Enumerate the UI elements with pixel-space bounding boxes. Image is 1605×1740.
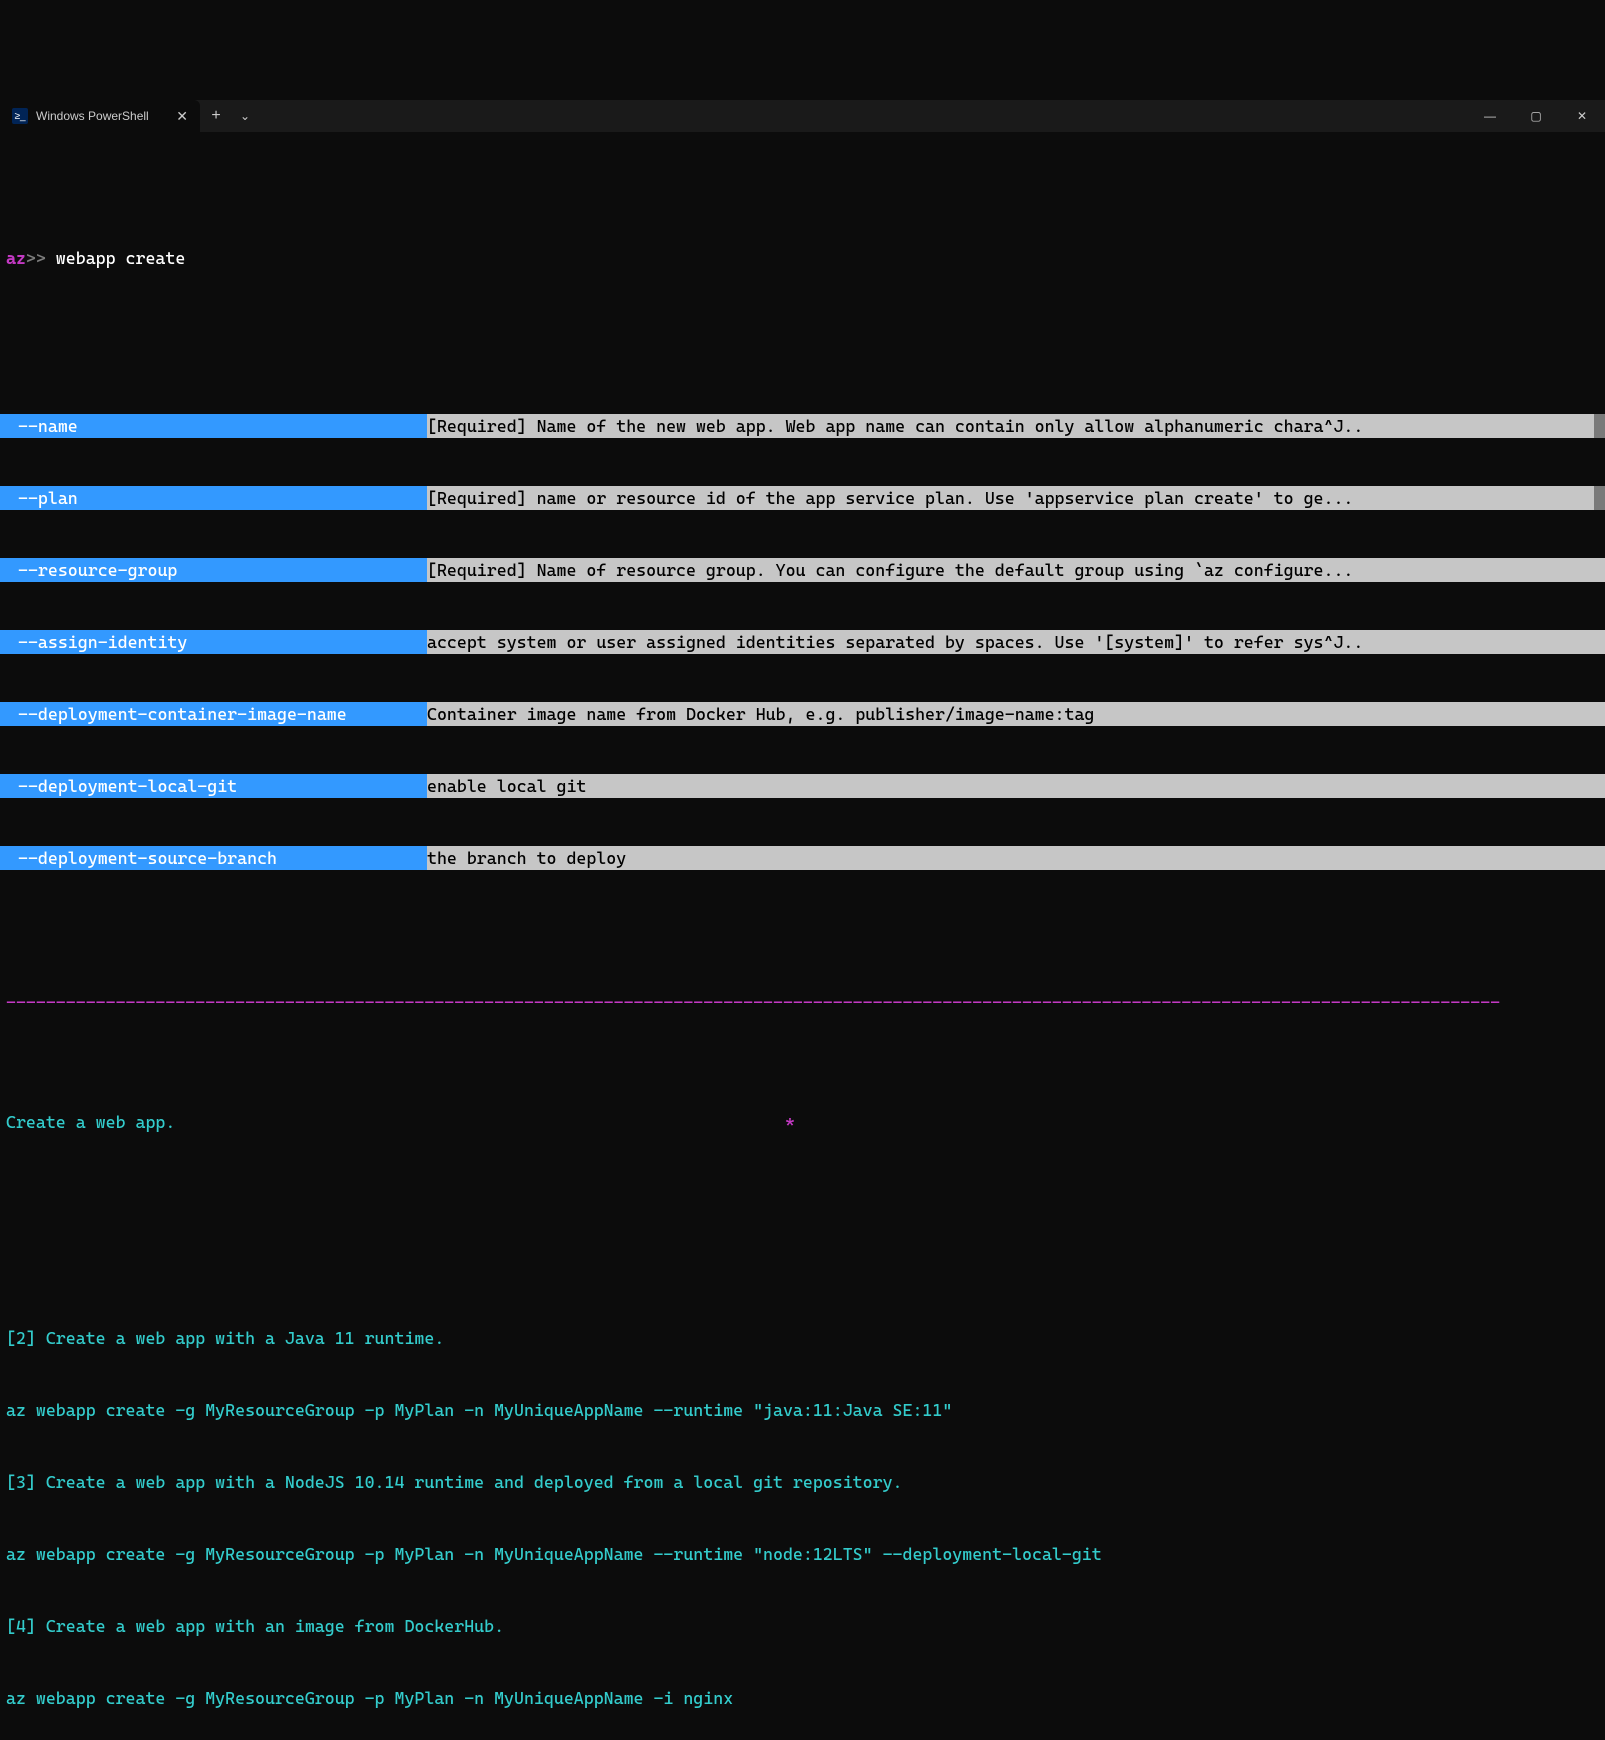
example-line: az webapp create -g MyResourceGroup -p M… <box>0 1686 1605 1710</box>
example-line: az webapp create -g MyResourceGroup -p M… <box>0 1542 1605 1566</box>
completion-scrollbar-track[interactable] <box>1594 774 1605 798</box>
completion-scrollbar-track[interactable] <box>1594 630 1605 654</box>
completion-option: --plan <box>0 486 427 510</box>
completion-option: --name <box>0 414 427 438</box>
summary-text: Create a web app. <box>6 1110 175 1134</box>
prompt-line: az>> webapp create <box>0 244 1605 270</box>
new-tab-button[interactable]: + <box>200 100 232 132</box>
completion-scrollbar[interactable] <box>1594 486 1605 510</box>
completion-menu[interactable]: --name[Required] Name of the new web app… <box>0 366 1605 918</box>
command-summary: Create a web app. * <box>0 1110 1605 1134</box>
completion-option: --deployment-source-branch <box>0 846 427 870</box>
completion-description: Container image name from Docker Hub, e.… <box>427 702 1594 726</box>
example-line: az webapp create -g MyResourceGroup -p M… <box>0 1398 1605 1422</box>
command-input[interactable]: webapp create <box>46 248 185 268</box>
terminal[interactable]: az>> webapp create --name[Required] Name… <box>0 172 1605 1740</box>
completion-scrollbar[interactable] <box>1594 414 1605 438</box>
prompt-az: az <box>6 248 26 268</box>
completion-item[interactable]: --deployment-source-branchthe branch to … <box>0 846 1605 870</box>
summary-star-icon: * <box>785 1110 795 1134</box>
tabbar-controls: + ⌄ <box>200 100 258 132</box>
completion-description: the branch to deploy <box>427 846 1594 870</box>
maximize-button[interactable]: ▢ <box>1513 100 1559 132</box>
completion-item[interactable]: --name[Required] Name of the new web app… <box>0 414 1605 438</box>
completion-item[interactable]: --deployment-local-gitenable local git <box>0 774 1605 798</box>
prompt-caret: >> <box>26 248 46 268</box>
completion-item[interactable]: --deployment-container-image-nameContain… <box>0 702 1605 726</box>
completion-item[interactable]: --plan[Required] name or resource id of … <box>0 486 1605 510</box>
blank-line <box>0 1230 1605 1254</box>
tab-powershell[interactable]: ≥_ Windows PowerShell ✕ <box>0 100 200 132</box>
completion-description: [Required] Name of the new web app. Web … <box>427 414 1594 438</box>
separator: ----------------------------------------… <box>0 990 1605 1014</box>
tab-dropdown-button[interactable]: ⌄ <box>232 100 258 132</box>
completion-item[interactable]: --assign-identityaccept system or user a… <box>0 630 1605 654</box>
tab-close-icon[interactable]: ✕ <box>176 108 188 125</box>
completion-option: --deployment-container-image-name <box>0 702 427 726</box>
example-line: [4] Create a web app with an image from … <box>0 1614 1605 1638</box>
completion-scrollbar-track[interactable] <box>1594 558 1605 582</box>
close-window-button[interactable]: ✕ <box>1559 100 1605 132</box>
completion-description: [Required] name or resource id of the ap… <box>427 486 1594 510</box>
tab-title: Windows PowerShell <box>36 109 149 123</box>
titlebar: ≥_ Windows PowerShell ✕ + ⌄ — ▢ ✕ <box>0 100 1605 132</box>
completion-scrollbar-track[interactable] <box>1594 702 1605 726</box>
completion-option: --assign-identity <box>0 630 427 654</box>
example-line: [2] Create a web app with a Java 11 runt… <box>0 1326 1605 1350</box>
completion-description: enable local git <box>427 774 1594 798</box>
completion-description: accept system or user assigned identitie… <box>427 630 1594 654</box>
powershell-icon: ≥_ <box>12 108 28 124</box>
completion-option: --resource-group <box>0 558 427 582</box>
completion-item[interactable]: --resource-group[Required] Name of resou… <box>0 558 1605 582</box>
completion-description: [Required] Name of resource group. You c… <box>427 558 1594 582</box>
example-line: [3] Create a web app with a NodeJS 10.14… <box>0 1470 1605 1494</box>
window-controls: — ▢ ✕ <box>1467 100 1605 132</box>
minimize-button[interactable]: — <box>1467 100 1513 132</box>
completion-option: --deployment-local-git <box>0 774 427 798</box>
completion-scrollbar-track[interactable] <box>1594 846 1605 870</box>
